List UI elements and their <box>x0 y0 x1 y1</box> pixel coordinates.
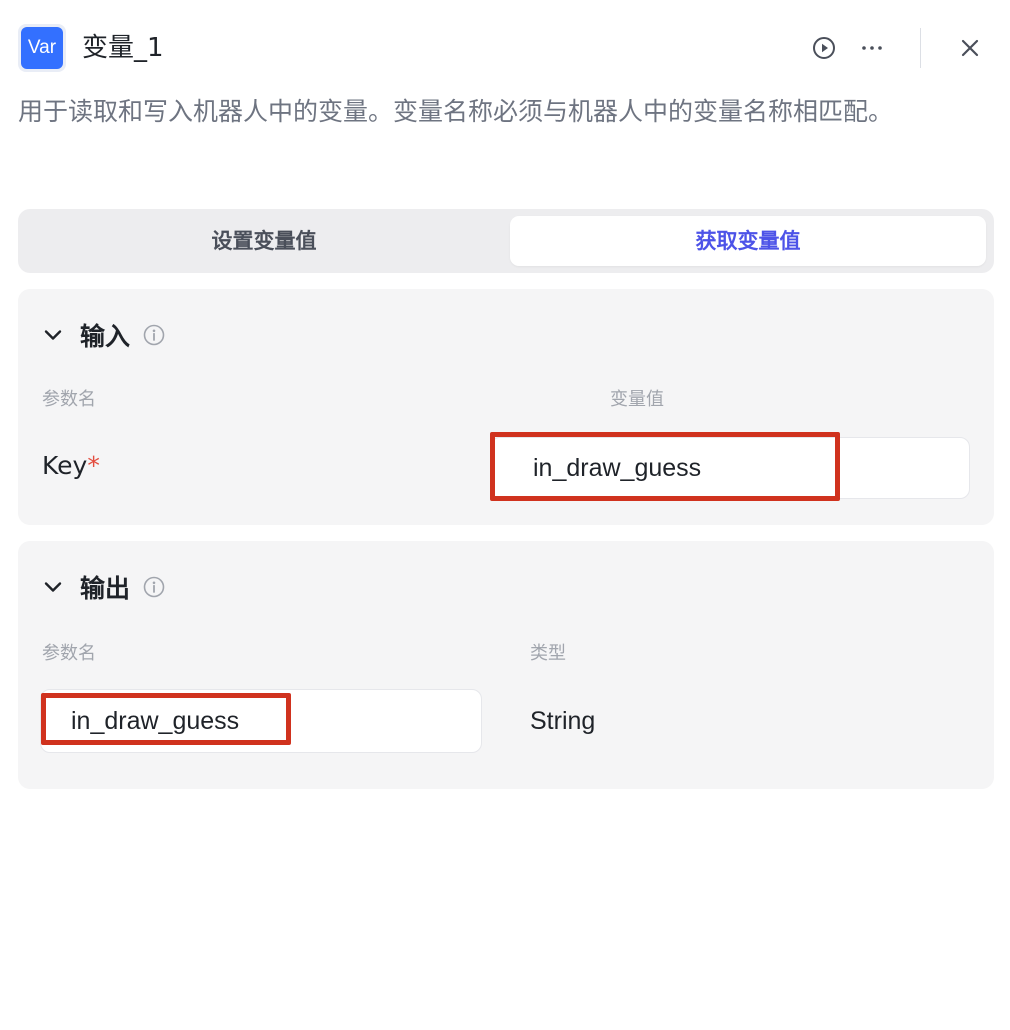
info-icon[interactable] <box>142 323 166 347</box>
var-node-icon: Var <box>18 24 66 72</box>
chevron-down-icon[interactable] <box>40 574 66 600</box>
output-param-name-field[interactable]: in_draw_guess <box>40 689 482 753</box>
chevron-down-icon[interactable] <box>40 322 66 348</box>
more-horizontal-icon[interactable] <box>858 34 886 62</box>
play-circle-icon[interactable] <box>810 34 838 62</box>
output-section: 输出 参数名 类型 in_draw_guess String <box>18 541 994 789</box>
node-header: Var 变量_1 <box>18 24 992 72</box>
input-section-title: 输入 <box>80 322 131 351</box>
variable-value-text: in_draw_guess <box>533 453 702 482</box>
param-name-column-label: 参数名 <box>42 389 96 410</box>
type-column-label: 类型 <box>530 643 566 664</box>
input-section: 输入 参数名 变量值 Key* in_draw_guess <box>18 289 994 525</box>
node-title[interactable]: 变量_1 <box>82 32 164 64</box>
key-label-text: Key <box>42 451 88 480</box>
tab-get-variable[interactable]: 获取变量值 <box>510 216 986 266</box>
input-section-header[interactable]: 输入 <box>40 317 166 353</box>
mode-tabs: 设置变量值 获取变量值 <box>18 209 994 273</box>
close-icon[interactable] <box>956 34 984 62</box>
var-badge-text: Var <box>21 27 63 69</box>
output-section-title: 输出 <box>80 574 131 603</box>
node-description: 用于读取和写入机器人中的变量。变量名称必须与机器人中的变量名称相匹配。 <box>18 97 894 126</box>
param-name-column-label: 参数名 <box>42 643 96 664</box>
output-type-value: String <box>530 707 596 735</box>
tab-set-variable[interactable]: 设置变量值 <box>26 216 502 266</box>
required-mark: * <box>87 451 100 480</box>
key-param-label: Key* <box>42 451 100 480</box>
output-section-header[interactable]: 输出 <box>40 569 166 605</box>
info-icon[interactable] <box>142 575 166 599</box>
header-divider <box>920 28 921 68</box>
variable-value-field[interactable]: in_draw_guess <box>490 437 970 499</box>
variable-value-column-label: 变量值 <box>610 389 664 410</box>
output-param-name-text: in_draw_guess <box>71 706 240 735</box>
